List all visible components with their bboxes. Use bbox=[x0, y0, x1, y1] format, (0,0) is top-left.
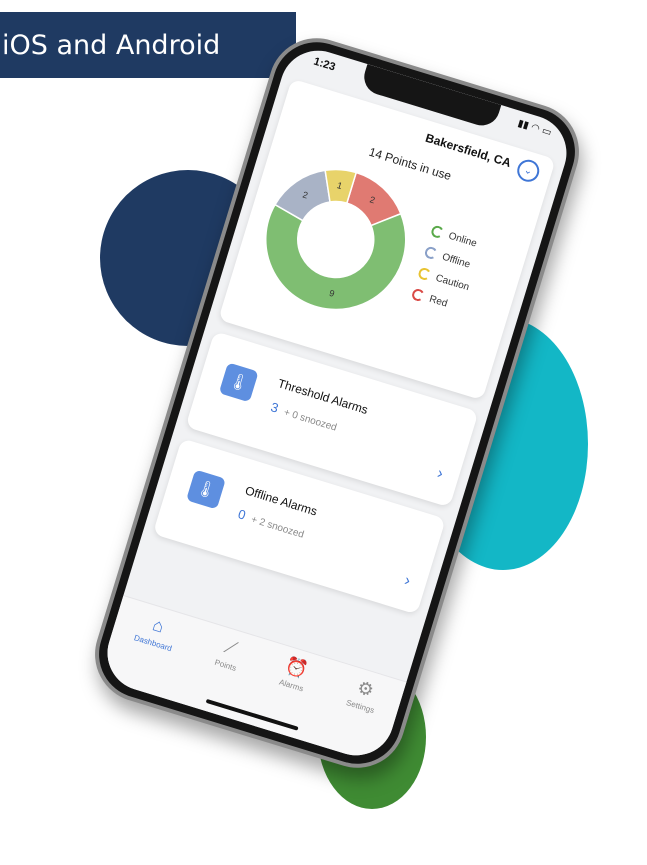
legend-label: Offline bbox=[440, 251, 472, 271]
chart-icon: ⟋ bbox=[221, 636, 240, 660]
status-icons: ▮▮ ◠ ▭ bbox=[516, 117, 553, 139]
tab-bar: ⌂ Dashboard ⟋ Points ⏰ Alarms ⚙ Settings bbox=[98, 594, 407, 765]
gear-icon: ⚙ bbox=[354, 676, 377, 701]
legend-red: Red bbox=[410, 287, 465, 315]
chevron-right-icon[interactable]: › bbox=[402, 572, 412, 591]
alarm-count: 0 bbox=[236, 506, 248, 523]
tab-dashboard[interactable]: ⌂ Dashboard bbox=[120, 610, 180, 696]
thermometer-icon: 🌡 bbox=[218, 362, 259, 403]
tab-label: Points bbox=[213, 657, 238, 673]
legend-caution: Caution bbox=[417, 266, 471, 293]
alarm-clock-icon: ⏰ bbox=[283, 654, 311, 681]
legend-label: Online bbox=[447, 230, 479, 250]
alarm-snoozed: + 2 snoozed bbox=[249, 514, 306, 541]
points-donut-chart: 2921 bbox=[265, 168, 407, 311]
legend-offline: Offline bbox=[423, 245, 477, 272]
tab-settings[interactable]: ⚙ Settings bbox=[332, 675, 382, 758]
legend-online: Online bbox=[429, 224, 484, 251]
chevron-down-circle-icon[interactable]: ⌄ bbox=[514, 157, 542, 185]
banner-text: iOS and Android bbox=[2, 29, 221, 61]
tab-label: Dashboard bbox=[132, 633, 173, 654]
chevron-right-icon[interactable]: › bbox=[435, 465, 445, 484]
status-ring-icon bbox=[429, 224, 445, 240]
status-time: 1:23 bbox=[312, 55, 337, 74]
thermometer-icon: 🌡 bbox=[186, 469, 226, 510]
banner: iOS and Android bbox=[0, 12, 296, 78]
status-ring-icon bbox=[417, 266, 433, 282]
legend-label: Red bbox=[427, 293, 449, 310]
home-icon: ⌂ bbox=[150, 614, 167, 637]
alarm-snoozed: + 0 snoozed bbox=[282, 407, 338, 434]
status-ring-icon bbox=[423, 245, 439, 261]
chart-legend: Online Offline Caution Red bbox=[408, 224, 484, 323]
alarm-count: 3 bbox=[268, 399, 281, 416]
legend-label: Caution bbox=[434, 272, 471, 293]
tab-label: Settings bbox=[345, 698, 376, 716]
status-ring-icon bbox=[410, 287, 426, 303]
